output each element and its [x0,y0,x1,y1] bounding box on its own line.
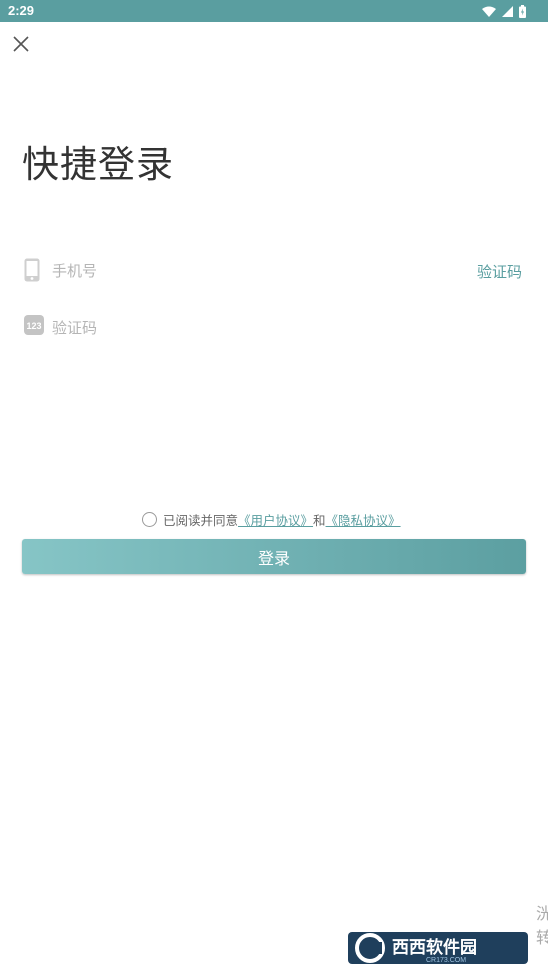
phone-input[interactable] [52,256,412,286]
agreement-checkbox[interactable] [142,511,157,527]
close-icon [13,36,29,52]
login-button[interactable]: 登录 [22,539,526,574]
wifi-icon [482,6,496,17]
status-icons [482,4,526,18]
privacy-policy-link[interactable]: 《隐私协议》 [326,510,401,529]
status-time: 2:29 [8,3,35,18]
code-input[interactable] [52,313,412,343]
phone-field-row: 验证码 [22,256,526,286]
watermark-subtext: CR173.COM [426,957,466,964]
code-field-row: 123 [22,313,526,343]
phone-icon [24,258,40,282]
agreement-prefix: 已阅读并同意 [163,512,239,528]
watermark-logo: 西西软件园 CR173.COM [348,932,528,964]
user-agreement-link[interactable]: 《用户协议》 [238,510,313,529]
agreement-row: 已阅读并同意 《用户协议》 和 《隐私协议》 [142,509,401,529]
login-screen: 2:29 快捷登录 验证码 [0,0,548,974]
number-123-icon: 123 [24,315,44,335]
watermark-side-text: 洸 转 [536,904,548,947]
status-bar: 2:29 [0,0,548,22]
get-code-button[interactable]: 验证码 [477,261,522,282]
page-title: 快捷登录 [22,143,174,186]
watermark-text: 西西软件园 [392,937,477,958]
number-123-icon-text: 123 [26,321,41,331]
close-button[interactable] [10,33,32,55]
battery-icon [519,4,526,18]
agreement-conjunction: 和 [313,512,326,528]
signal-icon [502,5,513,17]
